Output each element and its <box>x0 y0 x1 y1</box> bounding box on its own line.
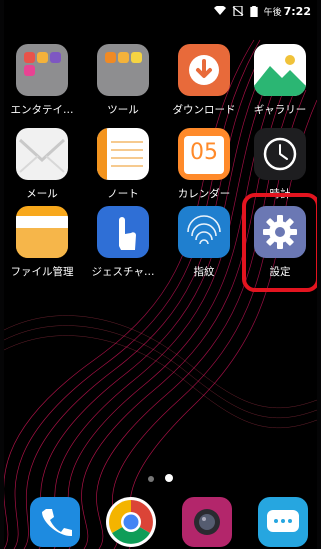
app-gallery[interactable]: ギャラリー <box>242 44 317 117</box>
gesture-icon <box>97 206 149 258</box>
dock <box>4 497 317 549</box>
app-tools-folder[interactable]: ツール <box>85 44 161 117</box>
clock-icon <box>254 128 306 180</box>
app-label: ダウンロード <box>172 104 236 116</box>
settings-highlight-box <box>242 193 317 292</box>
app-mail[interactable]: メール <box>4 128 80 201</box>
wifi-icon <box>213 6 226 15</box>
dock-messages[interactable] <box>245 497 317 547</box>
app-label: エンタテイ… <box>10 104 74 116</box>
folder-icon <box>16 44 68 96</box>
page-dot <box>147 476 154 482</box>
home-screen: 午後 7:22 エンタテイ… ツール ダウンロード ギャラリー メール ノート … <box>4 0 317 549</box>
app-label: ツール <box>107 104 139 116</box>
battery-icon <box>249 5 258 17</box>
chrome-icon <box>106 497 156 547</box>
app-label: ファイル管理 <box>10 266 74 278</box>
file-manager-icon <box>16 206 68 258</box>
app-note[interactable]: ノート <box>85 128 161 201</box>
clock-time: 7:22 <box>283 4 311 18</box>
calendar-icon: 05 <box>178 128 230 180</box>
app-label: ギャラリー <box>253 104 307 116</box>
status-bar: 午後 7:22 <box>4 0 317 22</box>
mail-icon <box>16 128 68 180</box>
app-label: メール <box>26 188 58 200</box>
calendar-day: 05 <box>190 140 218 165</box>
page-dot-active <box>165 474 174 482</box>
app-label: 指紋 <box>193 266 215 278</box>
app-label: ジェスチャ… <box>91 266 155 278</box>
app-label: カレンダー <box>177 188 231 200</box>
app-download[interactable]: ダウンロード <box>166 44 242 117</box>
app-clock[interactable]: 時計 <box>242 128 317 201</box>
app-gesture[interactable]: ジェスチャ… <box>85 206 161 279</box>
app-entertainment-folder[interactable]: エンタテイ… <box>4 44 80 117</box>
fingerprint-icon <box>178 206 230 258</box>
app-file-manager[interactable]: ファイル管理 <box>4 206 80 279</box>
folder-icon <box>97 44 149 96</box>
phone-icon <box>30 497 80 547</box>
dock-chrome[interactable] <box>93 497 169 547</box>
dock-camera[interactable] <box>169 497 245 547</box>
download-icon <box>178 44 230 96</box>
no-sim-icon <box>232 6 243 16</box>
note-icon <box>97 128 149 180</box>
gallery-icon <box>254 44 306 96</box>
app-fingerprint[interactable]: 指紋 <box>166 206 242 279</box>
messages-icon <box>258 497 308 547</box>
camera-icon <box>182 497 232 547</box>
page-indicator <box>4 467 317 486</box>
ampm-label: 午後 <box>263 7 282 18</box>
app-label: ノート <box>107 188 139 200</box>
dock-phone[interactable] <box>17 497 93 547</box>
app-calendar[interactable]: 05 カレンダー <box>166 128 242 201</box>
